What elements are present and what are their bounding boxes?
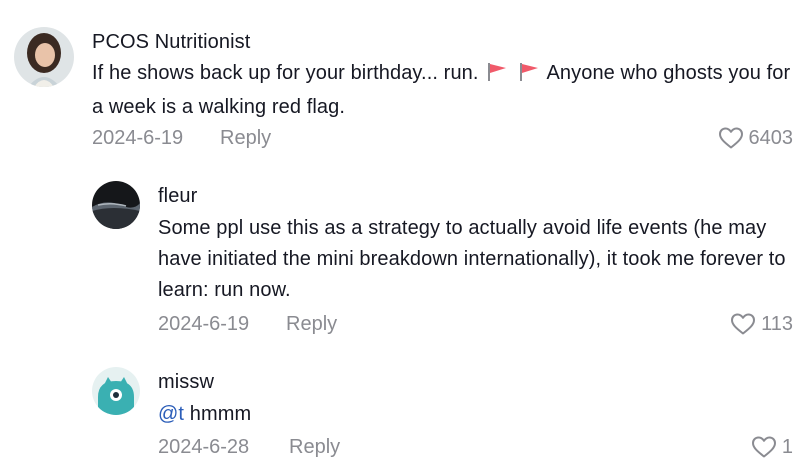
like-button[interactable]: 1: [751, 435, 793, 459]
comment-text: Some ppl use this as a strategy to actua…: [158, 217, 786, 301]
avatar[interactable]: [92, 367, 140, 415]
comment-text: @t hmmm: [158, 399, 790, 430]
comment-text: If he shows back up for your birthday...…: [92, 58, 792, 123]
like-count: 113: [761, 312, 793, 335]
reply-button[interactable]: Reply: [220, 127, 271, 150]
like-count: 6403: [748, 126, 794, 149]
comment-date: 2024-6-28: [158, 436, 250, 458]
like-count: 1: [781, 435, 793, 458]
reply-comment-item: missw @t hmmm 2024-6-28 Reply 1: [0, 355, 798, 470]
comment-date: 2024-6-19: [158, 313, 250, 335]
heart-icon: [730, 312, 756, 336]
user-mention-link[interactable]: @t: [158, 403, 184, 425]
comment-text-body: hmmm: [189, 403, 252, 425]
username[interactable]: missw: [158, 371, 214, 394]
red-flag-icon: [518, 61, 540, 92]
username[interactable]: fleur: [158, 185, 197, 208]
avatar[interactable]: [14, 27, 74, 87]
avatar[interactable]: [92, 181, 140, 229]
reply-button[interactable]: Reply: [286, 313, 337, 336]
like-button[interactable]: 113: [730, 312, 793, 336]
red-flag-icon: [486, 61, 508, 92]
reply-button[interactable]: Reply: [289, 436, 340, 459]
username[interactable]: PCOS Nutritionist: [92, 31, 250, 54]
comment-date: 2024-6-19: [92, 127, 184, 149]
comment-text-part1: If he shows back up for your birthday...…: [92, 62, 479, 84]
heart-icon: [751, 435, 777, 459]
reply-comment-item: fleur Some ppl use this as a strategy to…: [0, 170, 798, 350]
comment-item: PCOS Nutritionist If he shows back up fo…: [0, 0, 798, 160]
heart-icon: [718, 126, 744, 150]
like-button[interactable]: 6403: [718, 126, 794, 150]
